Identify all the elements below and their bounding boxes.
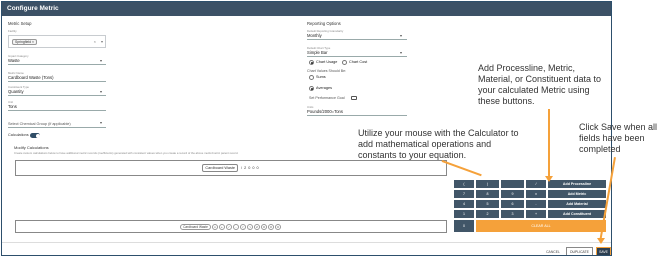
key-7[interactable]: 7 <box>453 189 475 199</box>
goal-toggle-icon[interactable] <box>351 96 357 100</box>
annotation-connector <box>548 109 550 180</box>
arrow-down-icon <box>597 238 605 244</box>
formula-token: 0 <box>248 166 251 170</box>
formula-token: 0 <box>256 166 259 170</box>
cancel-button[interactable]: CANCEL <box>542 247 564 255</box>
calculations-toggle[interactable] <box>30 133 40 138</box>
calculations-label: Calculations <box>8 133 29 137</box>
annotation-calculator: Utilize your mouse with the Calculator t… <box>358 128 519 160</box>
set-performance-goal-label: Set Performance Goal <box>309 96 345 100</box>
averages-radio[interactable] <box>309 86 314 91</box>
annotation-save: Click Save when all fields have been com… <box>579 122 658 154</box>
reporting-options-heading: Reporting Options <box>307 21 341 26</box>
chemical-group-select[interactable]: Select Chemical Group (if applicable) <box>8 122 71 126</box>
facility-select[interactable]: Springfield × × ▾ <box>8 35 106 48</box>
palette-token[interactable]: 0 <box>274 223 281 230</box>
granularity-underline <box>307 39 407 40</box>
arrow-down-icon <box>545 176 553 182</box>
palette-token[interactable]: - <box>232 223 239 230</box>
chart-usage-label: Chart Usage <box>316 60 338 64</box>
facility-tag[interactable]: Springfield × <box>12 39 37 45</box>
metric-name-underline <box>8 81 106 82</box>
key-6[interactable]: 6 <box>500 199 525 209</box>
formula-display[interactable]: Cardboard Waste / 2 0 0 0 <box>15 160 447 176</box>
formula-token: 2 <box>244 166 247 170</box>
chevron-down-icon[interactable]: ▾ <box>400 33 402 38</box>
dialog-title: Configure Metric <box>2 2 611 16</box>
chart-type-value[interactable]: Simple Bar <box>307 50 327 55</box>
key-3[interactable]: 3 <box>500 209 525 219</box>
chart-usage-radio[interactable] <box>309 60 314 65</box>
key-2[interactable]: 2 <box>475 209 500 219</box>
constituent-type-underline <box>8 95 106 96</box>
formula-metric-chip[interactable]: Cardboard Waste <box>202 164 239 172</box>
units-input[interactable]: Pounds/2000=Tons <box>307 109 343 114</box>
add-material-button[interactable]: Add Material <box>547 199 607 209</box>
formula-token: / <box>241 166 243 170</box>
key-0[interactable]: 0 <box>453 219 475 233</box>
add-metric-button[interactable]: Add Metric <box>547 189 607 199</box>
key-1[interactable]: 1 <box>453 209 475 219</box>
facility-label: Facility <box>8 29 17 33</box>
add-processline-button[interactable]: Add Processline <box>547 179 607 189</box>
palette-token[interactable]: + <box>218 223 225 230</box>
modify-calculations-description: Create custom calculations below to have… <box>14 151 239 155</box>
facility-tag-label: Springfield <box>15 40 32 44</box>
footer-divider <box>2 242 611 243</box>
palette-token[interactable]: 2 <box>253 223 260 230</box>
key-multiply[interactable]: x <box>525 189 547 199</box>
save-button[interactable]: SAVE <box>596 247 611 255</box>
impact-category-value[interactable]: Waste <box>8 58 20 63</box>
palette-token[interactable]: ) <box>246 223 253 230</box>
key-blank[interactable] <box>500 179 525 189</box>
add-constituent-button[interactable]: Add Constituent <box>547 209 607 219</box>
palette-token[interactable]: 0 <box>267 223 274 230</box>
sums-radio[interactable] <box>309 75 314 80</box>
unit-input[interactable]: Tons <box>8 104 17 109</box>
key-close-paren[interactable]: ) <box>475 179 500 189</box>
averages-label: Averages <box>316 86 332 90</box>
sums-label: Sums <box>316 75 326 79</box>
key-minus[interactable]: - <box>525 199 547 209</box>
palette-token[interactable]: / <box>225 223 232 230</box>
formula-token: 0 <box>252 166 255 170</box>
key-open-paren[interactable]: ( <box>453 179 475 189</box>
chevron-down-icon[interactable]: ▾ <box>100 89 102 94</box>
palette-metric-chip[interactable]: Cardboard Waste <box>180 223 211 230</box>
palette-token[interactable]: 0 <box>260 223 267 230</box>
chart-cost-label: Chart Cost <box>349 60 368 64</box>
duplicate-button[interactable]: DUPLICATE <box>566 247 593 255</box>
formula-token-palette[interactable]: Cardboard Waste x + / - ( ) 2 0 0 0 <box>15 220 447 233</box>
palette-token[interactable]: x <box>211 223 218 230</box>
annotation-add-buttons: Add Processline, Metric, Material, or Co… <box>478 63 602 106</box>
palette-token[interactable]: ( <box>239 223 246 230</box>
clear-icon[interactable]: × <box>94 39 96 44</box>
key-plus[interactable]: + <box>525 209 547 219</box>
chevron-down-icon[interactable]: ▾ <box>100 58 102 63</box>
constituent-type-value[interactable]: Quantity <box>8 89 24 94</box>
key-9[interactable]: 9 <box>500 189 525 199</box>
unit-underline <box>8 110 106 111</box>
chevron-down-icon[interactable]: ▾ <box>100 120 102 125</box>
reporting-granularity-value[interactable]: Monthly <box>307 33 322 38</box>
key-4[interactable]: 4 <box>453 199 475 209</box>
chemical-group-underline <box>8 127 106 128</box>
chevron-down-icon[interactable]: ▾ <box>101 39 103 44</box>
chart-type-underline <box>307 56 407 57</box>
chart-values-label: Chart Values Should Be: <box>307 69 347 73</box>
calculator-keypad: ( ) / Add Processline 7 8 9 x Add Metric… <box>453 179 607 236</box>
modify-calculations-heading: Modify Calculations <box>14 145 49 150</box>
key-5[interactable]: 5 <box>475 199 500 209</box>
chart-cost-radio[interactable] <box>342 60 347 65</box>
key-divide[interactable]: / <box>525 179 547 189</box>
clear-all-button[interactable]: CLEAR ALL <box>475 219 607 233</box>
key-8[interactable]: 8 <box>475 189 500 199</box>
units-underline <box>307 115 407 116</box>
impact-category-underline <box>8 64 106 65</box>
chevron-down-icon[interactable]: ▾ <box>400 50 402 55</box>
metric-name-input[interactable]: Cardboard Waste (Tons) <box>8 75 53 80</box>
metric-setup-heading: Metric Setup <box>8 21 32 26</box>
